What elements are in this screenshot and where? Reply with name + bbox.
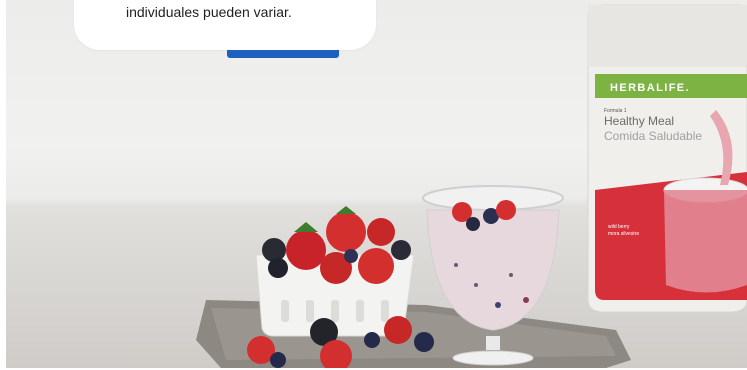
canister-flavor-en: wild berry [608,224,630,230]
hero-product-image: HERBALIFE. Formula 1 Healthy Meal Comida… [196,4,747,368]
hero-banner: HERBALIFE. Formula 1 Healthy Meal Comida… [6,0,747,368]
canister-name-en: Healthy Meal [604,114,674,128]
cta-button[interactable] [227,50,339,58]
canister-flavor-es: mora silvestre [608,231,639,237]
canister-brand: HERBALIFE. [610,82,690,94]
disclaimer-text: individuales pueden variar. [126,4,292,20]
caption-card: individuales pueden variar. [74,0,376,50]
berries-in-basket [262,206,411,284]
canister-name-es: Comida Saludable [604,129,702,143]
product-canister: HERBALIFE. Formula 1 Healthy Meal Comida… [587,4,747,313]
